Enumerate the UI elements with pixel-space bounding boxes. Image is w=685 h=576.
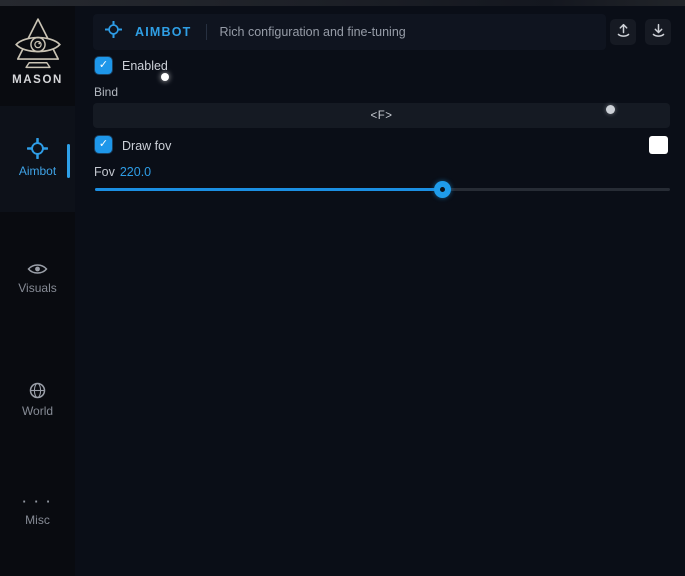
enabled-label: Enabled bbox=[122, 59, 168, 73]
eye-icon bbox=[0, 262, 75, 276]
fov-label-row: Fov 220.0 bbox=[94, 165, 151, 179]
upload-icon bbox=[616, 22, 631, 43]
fov-slider-thumb[interactable] bbox=[434, 181, 451, 198]
draw-fov-label: Draw fov bbox=[122, 139, 171, 153]
download-config-button[interactable] bbox=[645, 19, 671, 45]
sidebar-item-label: Misc bbox=[0, 513, 75, 527]
fov-slider-fill bbox=[95, 188, 443, 191]
sidebar: MASON Aimbot Visuals bbox=[0, 6, 75, 576]
brand-logo: MASON bbox=[0, 16, 75, 86]
app-window: MASON Aimbot Visuals bbox=[0, 0, 685, 576]
eye-pyramid-logo-icon bbox=[0, 16, 75, 70]
bind-input[interactable]: <F> bbox=[93, 103, 670, 128]
fov-slider[interactable] bbox=[95, 188, 670, 191]
sidebar-item-label: World bbox=[0, 404, 75, 418]
cursor-dot bbox=[606, 105, 615, 114]
active-tab-indicator bbox=[67, 144, 70, 178]
download-icon bbox=[651, 22, 666, 43]
crosshair-icon bbox=[105, 21, 122, 43]
enabled-checkbox[interactable]: ✓ bbox=[95, 57, 112, 74]
sidebar-item-aimbot[interactable]: Aimbot bbox=[0, 106, 75, 212]
page-title: AIMBOT bbox=[135, 25, 192, 39]
page-subtitle: Rich configuration and fine-tuning bbox=[220, 25, 406, 39]
sidebar-item-label: Visuals bbox=[0, 281, 75, 295]
fov-value: 220.0 bbox=[120, 165, 151, 179]
window-top-edge bbox=[0, 0, 685, 6]
page-header: AIMBOT Rich configuration and fine-tunin… bbox=[93, 14, 606, 50]
crosshair-icon bbox=[0, 138, 75, 159]
draw-fov-checkbox[interactable]: ✓ bbox=[95, 136, 112, 153]
sidebar-item-misc[interactable]: · · · Misc bbox=[0, 496, 75, 527]
globe-icon bbox=[0, 382, 75, 399]
upload-config-button[interactable] bbox=[610, 19, 636, 45]
ellipsis-icon: · · · bbox=[0, 496, 75, 508]
sidebar-item-label: Aimbot bbox=[0, 164, 75, 178]
sidebar-item-visuals[interactable]: Visuals bbox=[0, 262, 75, 295]
bind-value: <F> bbox=[371, 110, 393, 122]
header-divider bbox=[206, 24, 207, 40]
fov-color-swatch[interactable] bbox=[649, 136, 668, 154]
fov-label: Fov bbox=[94, 165, 115, 179]
bind-label: Bind bbox=[94, 85, 118, 99]
cursor-dot bbox=[161, 73, 169, 81]
check-icon: ✓ bbox=[99, 136, 108, 153]
check-icon: ✓ bbox=[99, 57, 108, 74]
sidebar-item-world[interactable]: World bbox=[0, 382, 75, 418]
brand-name: MASON bbox=[0, 74, 75, 86]
